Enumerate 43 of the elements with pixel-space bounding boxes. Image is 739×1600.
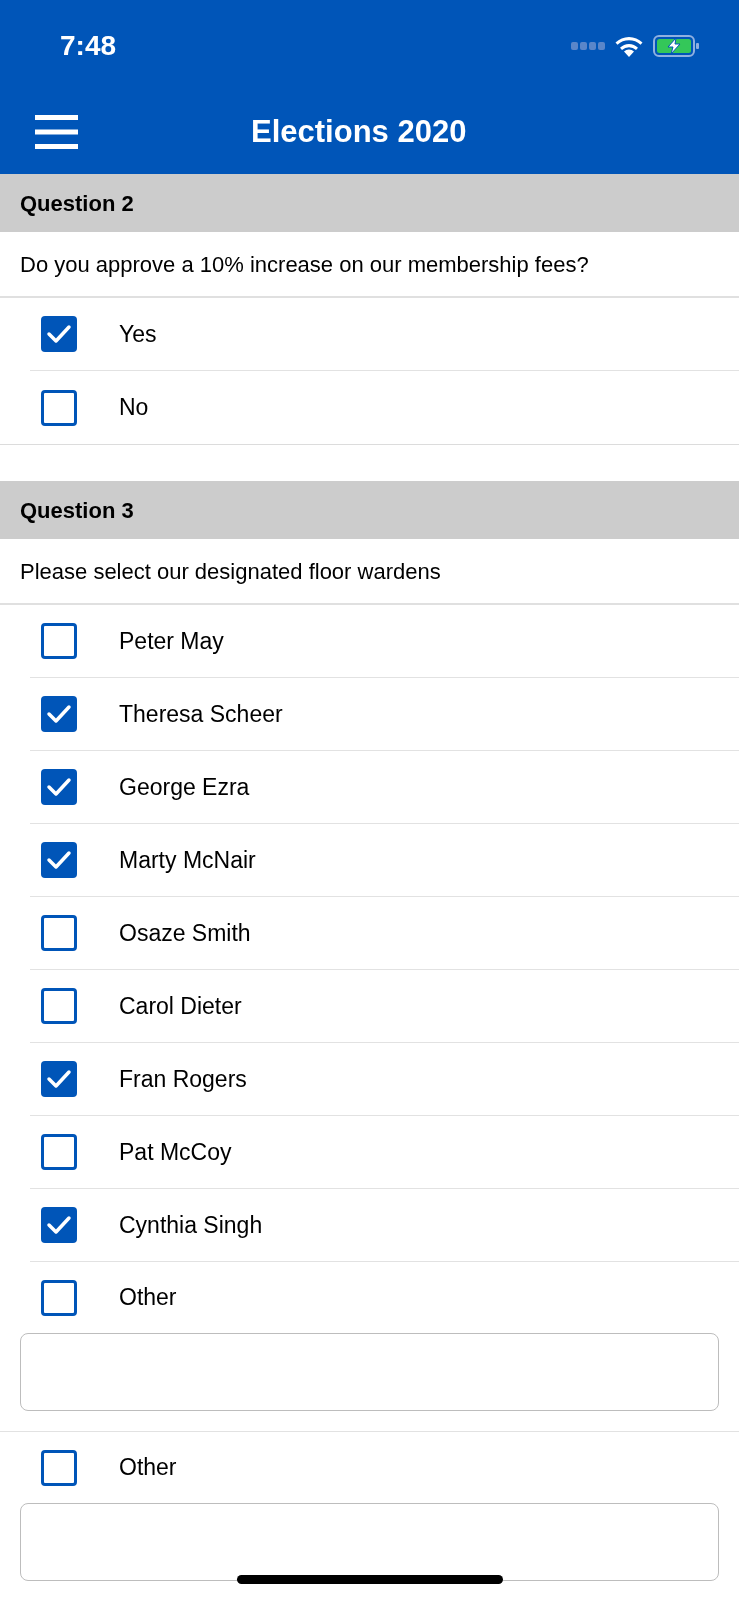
option-label: Fran Rogers [119, 1064, 247, 1094]
checkbox[interactable] [41, 316, 77, 352]
checkbox[interactable] [41, 1061, 77, 1097]
status-time: 7:48 [60, 29, 117, 63]
menu-icon[interactable] [35, 115, 78, 149]
other-input-field[interactable] [20, 1503, 719, 1581]
option-label: George Ezra [119, 772, 250, 802]
option-label: Other [119, 1283, 177, 1313]
checkmark-icon [46, 849, 72, 871]
option-label: Other [119, 1453, 177, 1483]
wifi-icon [615, 35, 643, 57]
other-input-field[interactable] [20, 1333, 719, 1411]
checkbox[interactable] [41, 988, 77, 1024]
screen-title: Elections 2020 [251, 112, 467, 151]
checkbox[interactable] [41, 1207, 77, 1243]
question-prompt: Please select our designated floor wardens [20, 557, 441, 586]
checkbox[interactable] [41, 915, 77, 951]
checkbox[interactable] [41, 1279, 77, 1316]
checkbox[interactable] [41, 842, 77, 878]
checkbox[interactable] [41, 389, 77, 426]
question-prompt: Do you approve a 10% increase on our membership fees? [20, 250, 589, 279]
checkbox[interactable] [41, 769, 77, 805]
checkbox[interactable] [41, 623, 77, 659]
signal-icon [571, 42, 605, 50]
option-label: No [119, 393, 149, 423]
checkmark-icon [46, 323, 72, 345]
checkmark-icon [46, 776, 72, 798]
checkbox[interactable] [41, 696, 77, 732]
option-label: Carol Dieter [119, 991, 242, 1021]
option-label: Pat McCoy [119, 1137, 232, 1167]
question-heading: Question 3 [20, 496, 134, 525]
checkbox[interactable] [41, 1134, 77, 1170]
checkbox[interactable] [41, 1449, 77, 1486]
option-label: Theresa Scheer [119, 699, 283, 729]
checkmark-icon [46, 1068, 72, 1090]
option-label: Osaze Smith [119, 918, 251, 948]
checkmark-icon [46, 1214, 72, 1236]
option-label: Yes [119, 319, 157, 349]
option-label: Cynthia Singh [119, 1210, 263, 1240]
option-label: Marty McNair [119, 845, 256, 875]
option-label: Peter May [119, 626, 224, 656]
checkmark-icon [46, 703, 72, 725]
question-heading: Question 2 [20, 189, 134, 218]
